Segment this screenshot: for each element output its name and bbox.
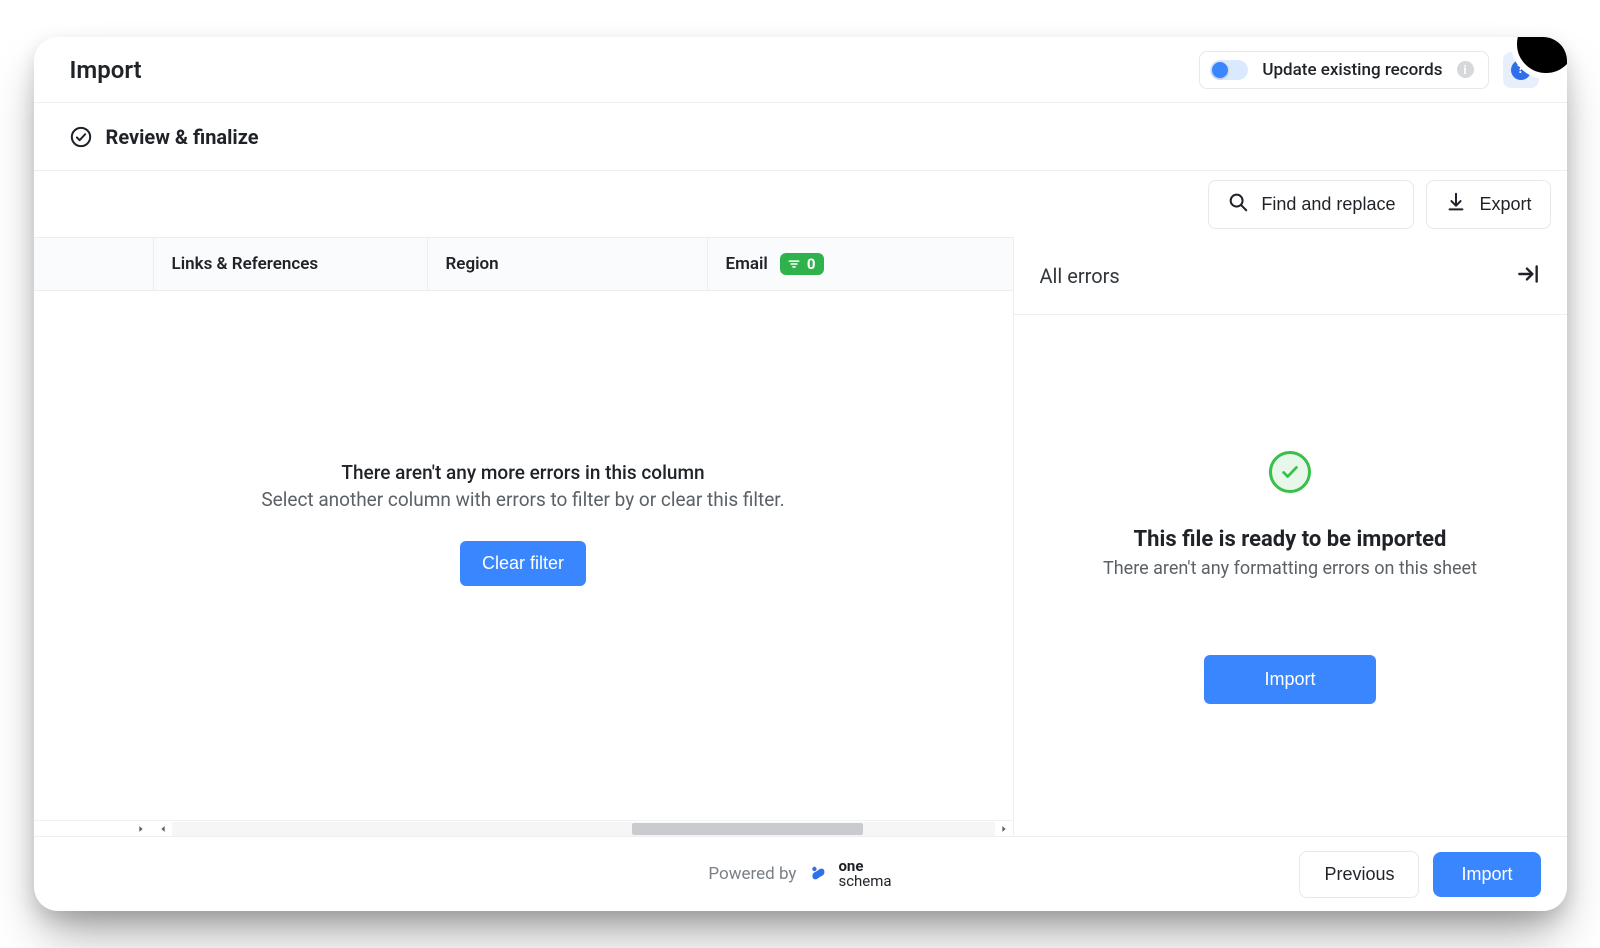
success-check-icon <box>1269 451 1311 493</box>
errors-pane-import-button[interactable]: Import <box>1204 655 1375 704</box>
data-grid: Links & References Region Email <box>34 237 1013 836</box>
toggle-knob <box>1212 62 1228 78</box>
brand-word-2: schema <box>838 874 891 889</box>
footer-import-button[interactable]: Import <box>1433 852 1540 897</box>
errors-pane-body: This file is ready to be imported There … <box>1014 315 1567 836</box>
previous-button[interactable]: Previous <box>1299 851 1419 898</box>
topbar-actions: Update existing records i ? <box>1199 51 1538 89</box>
column-header-email[interactable]: Email 0 <box>708 238 1013 290</box>
powered-by: Powered by one schema <box>708 859 891 889</box>
error-count: 0 <box>807 255 816 273</box>
column-header-links[interactable]: Links & References <box>154 238 428 290</box>
brand-logo-icon <box>806 860 830 889</box>
column-header-region[interactable]: Region <box>428 238 708 290</box>
errors-pane-title: All errors <box>1040 264 1120 288</box>
row-number-column-header[interactable] <box>34 238 154 290</box>
step-row: Review & finalize <box>34 103 1567 171</box>
export-button[interactable]: Export <box>1426 180 1550 229</box>
find-and-replace-label: Find and replace <box>1261 194 1395 215</box>
toggle-label: Update existing records <box>1262 60 1442 80</box>
scrollbar-left-button[interactable] <box>154 824 172 834</box>
info-icon[interactable]: i <box>1457 61 1474 78</box>
clear-filter-button[interactable]: Clear filter <box>460 541 586 586</box>
import-window: Import Update existing records i ? <box>34 37 1567 911</box>
column-header-label: Region <box>446 254 499 274</box>
scrollbar-nav-caret-edge[interactable] <box>34 824 154 834</box>
filter-icon <box>787 257 801 271</box>
main: Links & References Region Email <box>34 237 1567 836</box>
errors-pane-header: All errors <box>1014 237 1567 315</box>
ready-subtitle: There aren't any formatting errors on th… <box>1103 558 1477 579</box>
scrollbar-right-button[interactable] <box>995 824 1013 834</box>
powered-by-label: Powered by <box>708 864 796 884</box>
page-title: Import <box>70 56 142 84</box>
ready-title: This file is ready to be imported <box>1134 527 1447 552</box>
scrollbar-track[interactable] <box>172 822 995 836</box>
download-icon <box>1445 191 1467 218</box>
find-and-replace-button[interactable]: Find and replace <box>1208 180 1414 229</box>
empty-state: There aren't any more errors in this col… <box>34 461 1013 586</box>
collapse-right-icon[interactable] <box>1515 261 1541 291</box>
column-header-label: Links & References <box>172 254 319 274</box>
search-icon <box>1227 191 1249 218</box>
toggle-switch[interactable] <box>1210 60 1248 80</box>
grid-horizontal-scrollbar <box>34 820 1013 836</box>
check-circle-icon <box>70 126 92 148</box>
grid-body: There aren't any more errors in this col… <box>34 291 1013 820</box>
step-title: Review & finalize <box>106 125 259 149</box>
empty-state-subtitle: Select another column with errors to fil… <box>261 488 784 511</box>
column-header-label: Email <box>726 254 768 274</box>
export-label: Export <box>1479 194 1531 215</box>
brand[interactable]: one schema <box>806 859 891 889</box>
column-headers: Links & References Region Email <box>34 237 1013 291</box>
error-count-badge[interactable]: 0 <box>780 253 825 275</box>
update-existing-records-toggle: Update existing records i <box>1199 51 1488 89</box>
toolbar: Find and replace Export <box>34 171 1567 237</box>
scrollbar-thumb[interactable] <box>632 823 862 835</box>
topbar: Import Update existing records i ? <box>34 37 1567 103</box>
footer: Powered by one schema Previous Import <box>34 836 1567 911</box>
errors-pane: All errors This <box>1013 237 1567 836</box>
empty-state-title: There aren't any more errors in this col… <box>341 461 704 484</box>
